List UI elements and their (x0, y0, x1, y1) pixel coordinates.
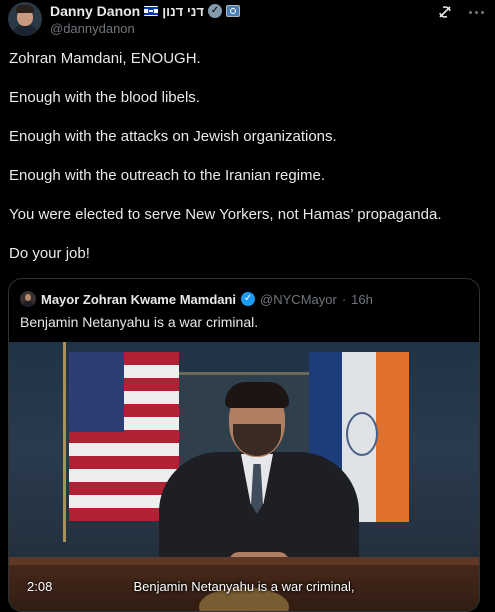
video-duration: 2:08 (27, 579, 53, 594)
verified-gray-icon: ✓ (207, 4, 222, 18)
tweet-paragraph: Zohran Mamdani, ENOUGH. (9, 50, 201, 67)
tweet-paragraph: Enough with the outreach to the Iranian … (9, 167, 326, 184)
handle[interactable]: @dannydanon (50, 21, 240, 36)
quoted-handle[interactable]: @NYCMayor (260, 292, 337, 307)
tweet-text: Zohran Mamdani, ENOUGH. Enough with the … (9, 49, 487, 283)
video-caption: Benjamin Netanyahu is a war criminal, (133, 579, 355, 594)
quoted-name[interactable]: Mayor Zohran Kwame Mamdani (41, 292, 236, 307)
quoted-avatar[interactable] (20, 291, 36, 307)
quoted-timestamp[interactable]: 16h (351, 292, 373, 307)
un-affiliate-icon[interactable] (225, 5, 240, 17)
quoted-header: Mayor Zohran Kwame Mamdani ✓ @NYCMayor ·… (20, 290, 373, 308)
video-player[interactable]: Benjamin Netanyahu is a war criminal, 2:… (9, 342, 479, 611)
speaker-image (159, 382, 359, 592)
more-icon[interactable] (465, 4, 487, 20)
tweet-header: Danny Danon דני דנון ✓ @dannydanon (8, 0, 487, 40)
quoted-tweet[interactable]: Mayor Zohran Kwame Mamdani ✓ @NYCMayor ·… (8, 278, 480, 612)
verified-blue-icon: ✓ (241, 292, 256, 306)
tweet-paragraph: Enough with the blood libels. (9, 89, 200, 106)
tweet-paragraph: Do your job! (9, 245, 90, 262)
israel-flag-icon (144, 6, 159, 16)
hebrew-name: דני דנון (162, 3, 204, 19)
display-name[interactable]: Danny Danon (50, 3, 140, 19)
separator-dot: · (341, 291, 347, 307)
grok-icon[interactable] (437, 4, 453, 20)
quoted-text: Benjamin Netanyahu is a war criminal. (20, 314, 259, 330)
tweet-paragraph: Enough with the attacks on Jewish organi… (9, 128, 337, 145)
avatar[interactable] (8, 2, 42, 36)
author-info: Danny Danon דני דנון ✓ @dannydanon (50, 2, 240, 36)
tweet-paragraph: You were elected to serve New Yorkers, n… (9, 206, 442, 223)
